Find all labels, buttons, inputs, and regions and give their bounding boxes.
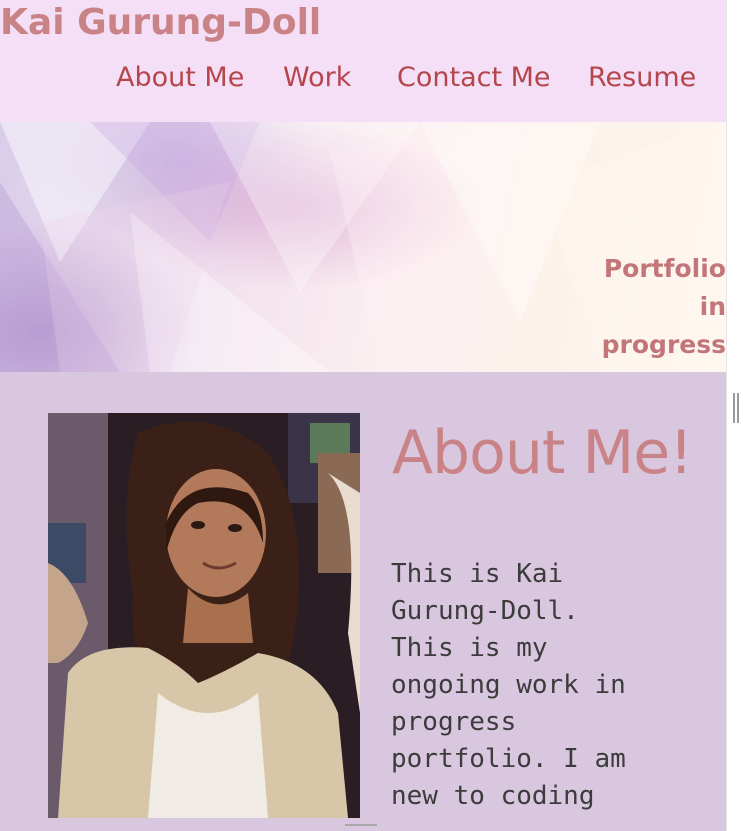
nav-link-about-me[interactable]: About Me bbox=[116, 62, 244, 93]
main-nav: About Me Work Contact Me Resume bbox=[0, 62, 726, 102]
site-header: Kai Gurung-Doll About Me Work Contact Me… bbox=[0, 0, 726, 122]
about-heading: About Me! bbox=[392, 418, 693, 488]
about-bio-text: This is Kai Gurung-Doll. This is my ongo… bbox=[391, 559, 626, 811]
nav-link-work[interactable]: Work bbox=[283, 62, 351, 93]
hero-tagline: Portfolio in progress bbox=[566, 250, 726, 364]
nav-link-contact-me[interactable]: Contact Me bbox=[397, 62, 551, 93]
nav-link-resume[interactable]: Resume bbox=[588, 62, 696, 93]
portrait-photo bbox=[48, 413, 360, 818]
scrollbar-grip-icon[interactable] bbox=[733, 393, 739, 423]
page-viewport: Kai Gurung-Doll About Me Work Contact Me… bbox=[0, 0, 726, 831]
portrait-image bbox=[48, 413, 360, 818]
resize-handle-icon[interactable] bbox=[345, 824, 377, 828]
about-section: About Me! This is Kai Gurung-Doll. This … bbox=[0, 372, 726, 831]
hero-banner: Portfolio in progress bbox=[0, 122, 726, 372]
hero-tagline-text: Portfolio in progress bbox=[601, 254, 726, 359]
site-title[interactable]: Kai Gurung-Doll bbox=[0, 2, 321, 43]
